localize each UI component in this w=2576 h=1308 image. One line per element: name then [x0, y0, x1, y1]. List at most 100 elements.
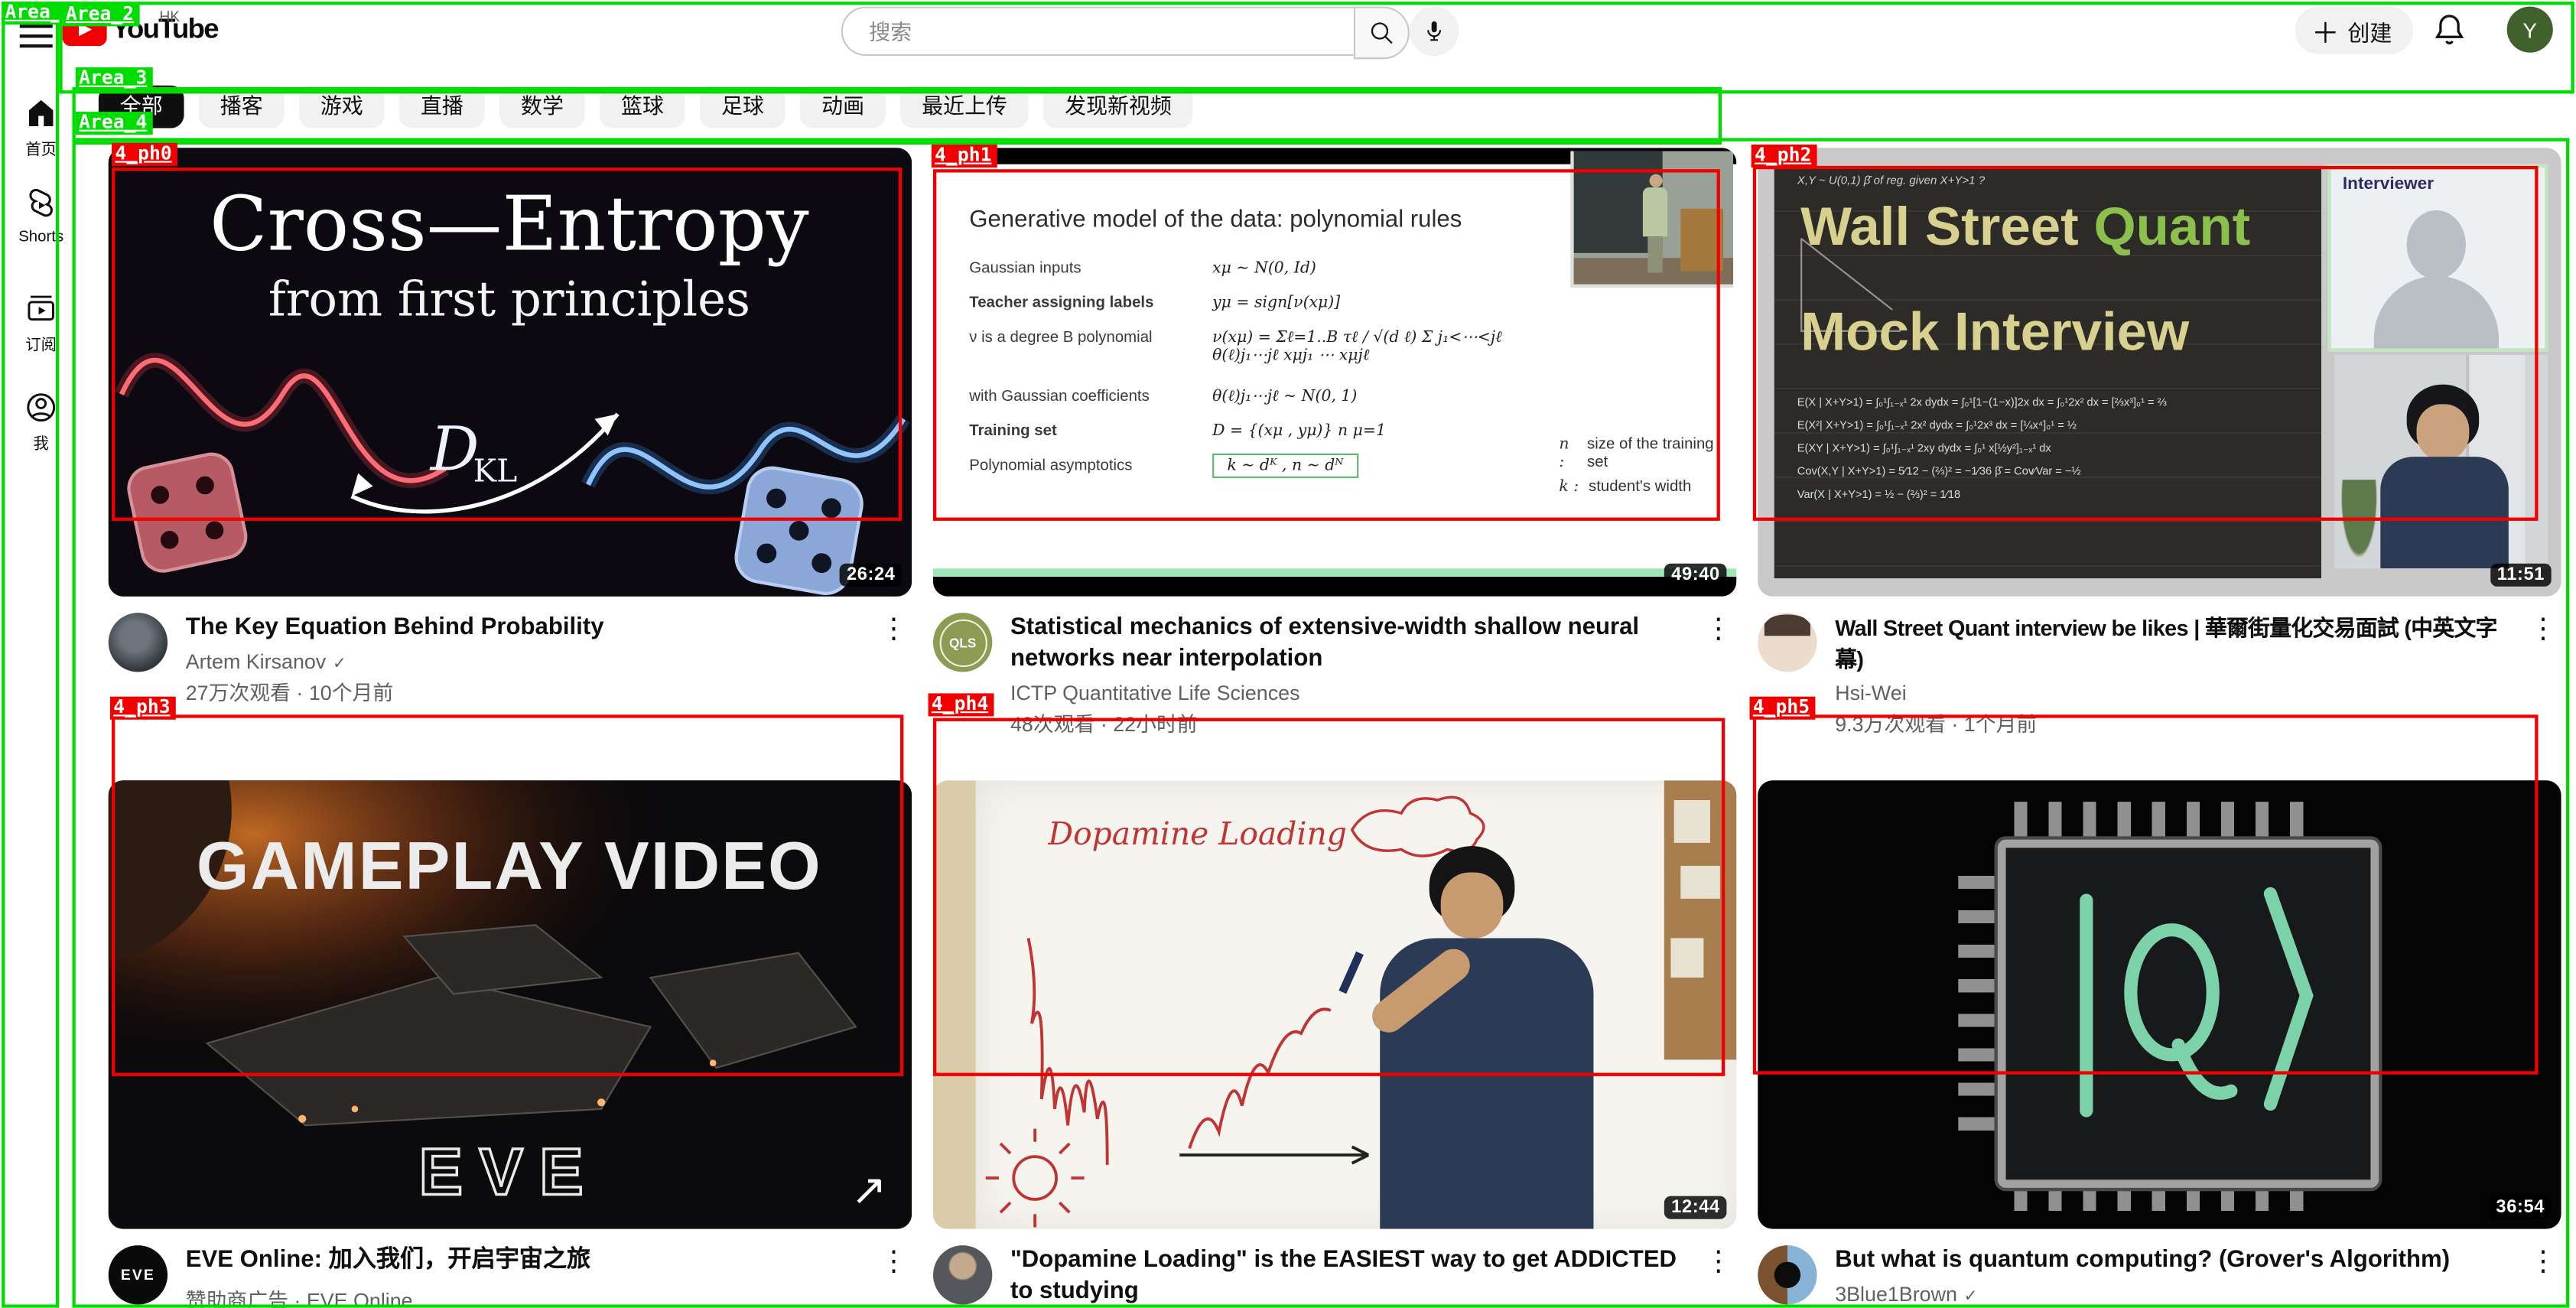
- video-title[interactable]: "Dopamine Loading" is the EASIEST way to…: [1010, 1245, 1700, 1308]
- video-thumbnail[interactable]: Generative model of the data: polynomial…: [933, 148, 1736, 596]
- chip-new-to-you[interactable]: 发现新视频: [1043, 86, 1192, 129]
- search-input[interactable]: [841, 7, 1354, 56]
- video-thumbnail[interactable]: GAMEPLAY VIDEO EVE ↗: [109, 780, 912, 1228]
- chip-gaming[interactable]: 游戏: [299, 86, 385, 129]
- filter-chip-bar: 全部 播客 游戏 直播 数学 篮球 足球 动画 最近上传 发现新视频: [99, 86, 1193, 138]
- video-card: Cross—Entropy from first principles D KL: [109, 148, 912, 706]
- account-avatar[interactable]: Y: [2507, 7, 2553, 53]
- interviewee-webcam: [2334, 355, 2548, 568]
- silhouette-icon: [2407, 210, 2466, 279]
- chip-soccer[interactable]: 足球: [700, 86, 785, 129]
- channel-avatar[interactable]: [109, 613, 168, 672]
- microphone-icon: [1421, 18, 1447, 44]
- lecturer-inset-video: [1570, 151, 1733, 288]
- cross-entropy-thumbnail-art: Cross—Entropy from first principles D KL: [109, 148, 912, 596]
- chip-podcasts[interactable]: 播客: [199, 86, 285, 129]
- thumb1-dkl: D: [429, 413, 480, 484]
- guide-menu-button[interactable]: [16, 18, 56, 51]
- channel-avatar[interactable]: [1758, 1245, 1817, 1304]
- chip-recently-uploaded[interactable]: 最近上传: [900, 86, 1029, 129]
- chip-math[interactable]: 数学: [499, 86, 585, 129]
- create-button[interactable]: ＋ 创建: [2295, 7, 2414, 54]
- channel-name[interactable]: Artem Kirsanov✓: [186, 651, 876, 674]
- sidebar-item-you[interactable]: 我: [0, 389, 82, 454]
- microchip: [1998, 840, 2379, 1188]
- chip-basketball[interactable]: 篮球: [600, 86, 685, 129]
- mini-guide: 首页 Shorts 订阅 我: [0, 89, 82, 1308]
- ad-badge-and-advertiser[interactable]: 赞助商广告 · EVE Online: [186, 1284, 876, 1308]
- video-thumbnail[interactable]: Dopamine Loading 12:44: [933, 780, 1736, 1228]
- video-thumbnail[interactable]: Cross—Entropy from first principles D KL: [109, 148, 912, 596]
- thumb1-title-line2: from first principles: [268, 271, 750, 327]
- more-options-button[interactable]: ⋮: [1700, 613, 1736, 737]
- sidebar-item-shorts[interactable]: Shorts: [0, 187, 82, 246]
- interviewer-panel: Interviewer: [2328, 164, 2548, 352]
- chip-pins: [2014, 802, 2306, 838]
- silhouette-icon: [2374, 276, 2499, 349]
- channel-avatar[interactable]: QLS: [933, 613, 992, 672]
- eve-thumbnail-art: GAMEPLAY VIDEO EVE ↗: [109, 780, 912, 1228]
- sidebar-item-home[interactable]: 首页: [0, 96, 82, 160]
- verified-icon: ✓: [333, 656, 346, 674]
- youtube-play-icon: [63, 14, 107, 45]
- search-icon: [1367, 18, 1397, 48]
- channel-name[interactable]: Hsi-Wei: [1835, 682, 2525, 704]
- chip-animation[interactable]: 动画: [800, 86, 886, 129]
- duration-badge: 36:54: [2490, 1196, 2552, 1219]
- top-bar: YouTube HK ＋ 创建: [0, 0, 2576, 89]
- video-thumbnail[interactable]: X,Y ~ U(0,1) β̂ of reg. given X+Y>1 ? Wa…: [1758, 148, 2561, 596]
- more-options-button[interactable]: ⋮: [2525, 613, 2561, 737]
- video-card: 36:54 But what is quantum computing? (Gr…: [1758, 780, 2561, 1306]
- video-meta: 27万次观看 · 10个月前: [186, 675, 876, 707]
- chalkboard: X,Y ~ U(0,1) β̂ of reg. given X+Y>1 ? Wa…: [1774, 166, 2321, 578]
- video-thumbnail[interactable]: 36:54: [1758, 780, 2561, 1228]
- video-meta: 48次观看 · 22小时前: [1010, 707, 1700, 738]
- more-options-button[interactable]: ⋮: [1700, 1245, 1736, 1308]
- chip-pins: [1958, 876, 1994, 1139]
- channel-avatar[interactable]: [933, 1245, 992, 1304]
- video-title[interactable]: But what is quantum computing? (Grover's…: [1835, 1245, 2525, 1277]
- video-title[interactable]: EVE Online: 加入我们，开启宇宙之旅: [186, 1245, 876, 1277]
- youtube-home-page: YouTube HK ＋ 创建: [0, 0, 2576, 1308]
- bell-icon: [2428, 10, 2471, 53]
- ket-q-symbol: [2028, 848, 2334, 1163]
- thumb1-dkl-sub: KL: [473, 452, 518, 489]
- thumb4-headline: GAMEPLAY VIDEO: [197, 828, 822, 903]
- thumb5-board-text: Dopamine Loading: [1048, 817, 1347, 853]
- chip-all[interactable]: 全部: [99, 86, 184, 129]
- channel-avatar[interactable]: EVE: [109, 1245, 168, 1304]
- channel-name[interactable]: 3Blue1Brown✓: [1835, 1284, 2525, 1306]
- sidebar-item-subscriptions[interactable]: 订阅: [0, 291, 82, 355]
- slide-title: Generative model of the data: polynomial…: [969, 207, 1462, 233]
- more-options-button[interactable]: ⋮: [2525, 1245, 2561, 1306]
- more-options-button[interactable]: ⋮: [876, 1245, 912, 1308]
- video-title[interactable]: The Key Equation Behind Probability: [186, 613, 876, 644]
- notifications-button[interactable]: [2428, 10, 2471, 53]
- video-title[interactable]: Wall Street Quant interview be likes | 華…: [1835, 613, 2525, 675]
- search-button[interactable]: [1354, 7, 1410, 60]
- thumb3-mock-interview: Mock Interview: [1800, 301, 2189, 363]
- duration-badge: 12:44: [1665, 1196, 1727, 1219]
- youtube-logo[interactable]: YouTube: [63, 13, 218, 46]
- shorts-icon: [23, 187, 59, 223]
- duration-badge: 26:24: [840, 564, 902, 587]
- voice-search-button[interactable]: [1410, 7, 1459, 56]
- duration-badge: 49:40: [1665, 564, 1727, 587]
- thumb4-eve-logo: EVE: [419, 1136, 600, 1209]
- ad-video-card: GAMEPLAY VIDEO EVE ↗ EVE EVE Online: 加入: [109, 780, 912, 1307]
- chip-live[interactable]: 直播: [399, 86, 485, 129]
- thumb3-wall-street: Wall Street: [1800, 196, 2093, 256]
- duration-badge: 11:51: [2490, 564, 2552, 587]
- home-icon: [23, 96, 59, 132]
- video-title[interactable]: Statistical mechanics of extensive-width…: [1010, 613, 1700, 675]
- channel-avatar[interactable]: [1758, 613, 1817, 672]
- channel-name[interactable]: ICTP Quantitative Life Sciences: [1010, 682, 1700, 704]
- verified-icon: ✓: [1964, 1288, 1978, 1306]
- video-meta: 9.3万次观看 · 1个月前: [1835, 707, 2525, 738]
- chalk-formulas: E(X | X+Y>1) = ∫₀¹∫₁₋ₓ¹ 2x dydx = ∫₀¹[1−…: [1797, 392, 2308, 507]
- slide-notes: n :size of the training set k :student's…: [1559, 435, 1723, 503]
- plus-icon: ＋: [2311, 9, 2340, 50]
- region-code: HK: [159, 8, 180, 24]
- red-die: [125, 451, 249, 575]
- more-options-button[interactable]: ⋮: [876, 613, 912, 706]
